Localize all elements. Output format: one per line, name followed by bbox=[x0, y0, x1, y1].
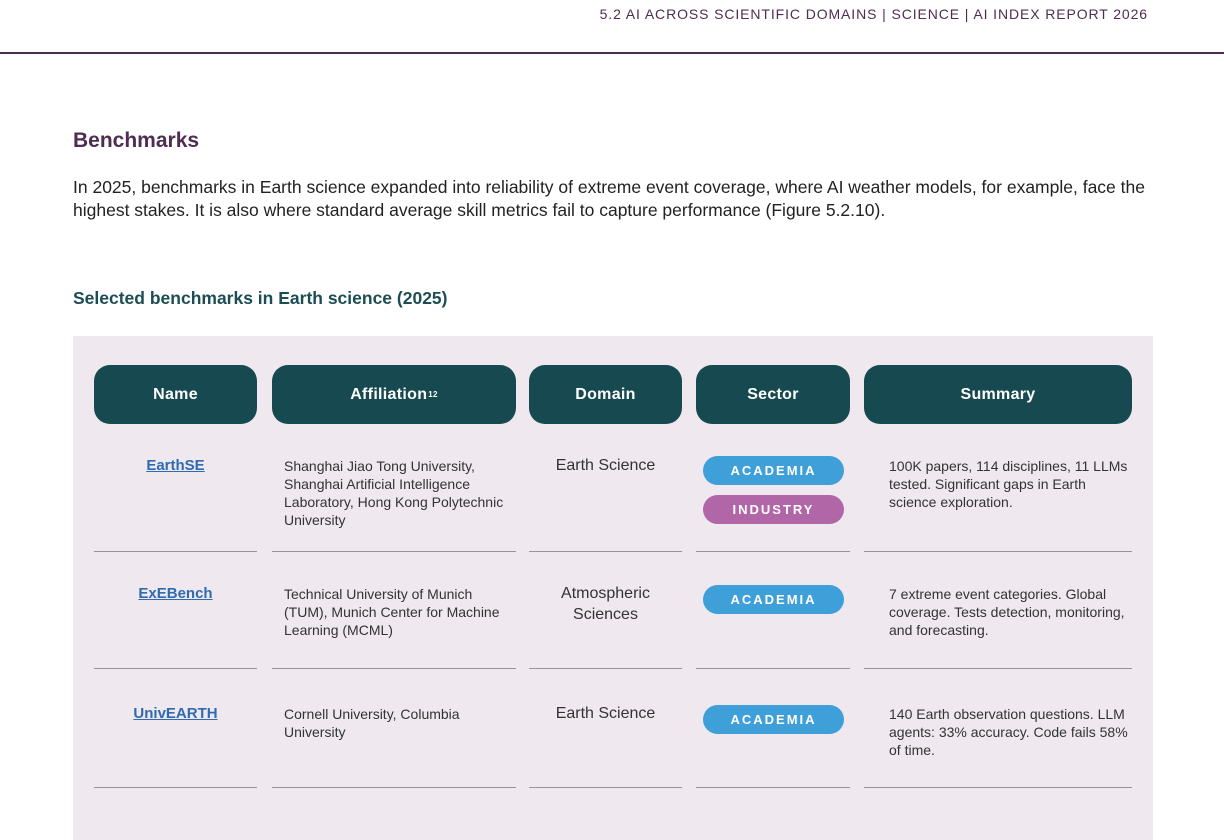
column-header-summary: Summary bbox=[864, 365, 1132, 424]
column-header-affiliation: Affiliation 12 bbox=[272, 365, 516, 424]
row-divider bbox=[272, 787, 516, 788]
intro-paragraph: In 2025, benchmarks in Earth science exp… bbox=[73, 177, 1145, 220]
summary-cell: 140 Earth observation questions. LLM age… bbox=[889, 706, 1128, 758]
column-header-sector-label: Sector bbox=[747, 385, 799, 403]
domain-cell: Earth Science bbox=[555, 457, 656, 474]
header-divider bbox=[0, 52, 1224, 54]
row-divider bbox=[529, 551, 682, 552]
affiliation-cell: Technical University of Munich (TUM), Mu… bbox=[284, 586, 500, 638]
row-divider bbox=[94, 787, 257, 788]
summary-cell: 7 extreme event categories. Global cover… bbox=[889, 586, 1125, 638]
row-divider bbox=[529, 668, 682, 669]
column-header-domain: Domain bbox=[529, 365, 682, 424]
row-divider bbox=[696, 787, 850, 788]
row-divider bbox=[529, 787, 682, 788]
domain-cell: Atmospheric Sciences bbox=[561, 585, 650, 623]
column-header-affiliation-label: Affiliation bbox=[350, 385, 428, 403]
row-divider bbox=[94, 668, 257, 669]
section-heading: Benchmarks bbox=[73, 129, 200, 152]
sector-badge-academia: ACADEMIA bbox=[703, 705, 844, 734]
domain-cell: Earth Science bbox=[555, 705, 656, 722]
benchmark-link-exebench[interactable]: ExEBench bbox=[94, 585, 257, 602]
column-header-name: Name bbox=[94, 365, 257, 424]
sector-badge-academia: ACADEMIA bbox=[703, 456, 844, 485]
affiliation-footnote-marker: 12 bbox=[428, 390, 438, 399]
running-header: 5.2 AI ACROSS SCIENTIFIC DOMAINS | SCIEN… bbox=[599, 6, 1148, 22]
column-header-domain-label: Domain bbox=[575, 385, 636, 403]
benchmark-link-earthse[interactable]: EarthSE bbox=[94, 457, 257, 474]
row-divider bbox=[864, 787, 1132, 788]
figure-title: Selected benchmarks in Earth science (20… bbox=[73, 288, 448, 308]
affiliation-cell: Shanghai Jiao Tong University, Shanghai … bbox=[284, 458, 504, 528]
row-divider bbox=[272, 668, 516, 669]
sector-badge-industry: INDUSTRY bbox=[703, 495, 844, 524]
row-divider bbox=[696, 668, 850, 669]
column-header-sector: Sector bbox=[696, 365, 850, 424]
affiliation-cell: Cornell University, Columbia University bbox=[284, 706, 460, 740]
row-divider bbox=[864, 668, 1132, 669]
row-divider bbox=[696, 551, 850, 552]
column-header-summary-label: Summary bbox=[960, 385, 1036, 403]
row-divider bbox=[94, 551, 257, 552]
column-header-name-label: Name bbox=[153, 385, 198, 403]
row-divider bbox=[864, 551, 1132, 552]
benchmark-link-univearth[interactable]: UnivEARTH bbox=[94, 705, 257, 722]
row-divider bbox=[272, 551, 516, 552]
sector-badge-academia: ACADEMIA bbox=[703, 585, 844, 614]
summary-cell: 100K papers, 114 disciplines, 11 LLMs te… bbox=[889, 458, 1128, 510]
